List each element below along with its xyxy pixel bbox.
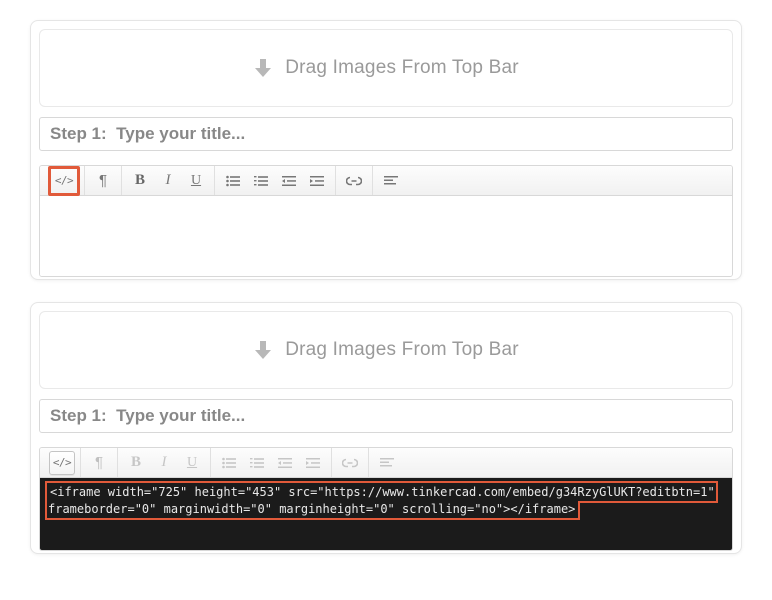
code-icon: </>	[55, 174, 73, 187]
indent-button[interactable]	[300, 451, 326, 475]
indent-icon	[306, 457, 320, 469]
link-icon	[346, 176, 362, 186]
bullet-list-icon	[222, 457, 236, 469]
outdent-button[interactable]	[276, 169, 302, 193]
bold-button[interactable]: B	[123, 451, 149, 475]
pilcrow-icon: ¶	[95, 454, 103, 471]
number-list-icon	[254, 175, 268, 187]
highlight-frame: </>	[48, 166, 80, 196]
html-mode-button[interactable]: </>	[49, 451, 75, 475]
underline-button[interactable]: U	[183, 169, 209, 193]
code-icon: </>	[53, 456, 71, 469]
link-icon	[342, 458, 358, 468]
outdent-icon	[282, 175, 296, 187]
underline-icon: U	[191, 173, 201, 189]
rich-text-editor: </> ¶ B I U	[39, 447, 733, 551]
rich-text-editor: </> ¶ B I U	[39, 165, 733, 277]
bold-button[interactable]: B	[127, 169, 153, 193]
bullet-list-button[interactable]	[220, 169, 246, 193]
italic-icon: I	[162, 454, 167, 471]
step-title-row	[39, 399, 733, 433]
underline-button[interactable]: U	[179, 451, 205, 475]
dropzone-label: Drag Images From Top Bar	[285, 339, 519, 361]
align-left-icon	[380, 457, 394, 469]
editor-toolbar: </> ¶ B I U	[40, 166, 732, 196]
bullet-list-icon	[226, 175, 240, 187]
underline-icon: U	[187, 455, 197, 471]
editor-content[interactable]	[40, 196, 732, 276]
editor-content-html[interactable]: <iframe width="725" height="453" src="ht…	[40, 478, 732, 550]
editor-panel: Drag Images From Top Bar </> ¶ B I U	[30, 20, 742, 280]
bold-icon: B	[135, 172, 145, 189]
image-dropzone[interactable]: Drag Images From Top Bar	[39, 311, 733, 389]
number-list-icon	[250, 457, 264, 469]
align-button[interactable]	[374, 451, 400, 475]
number-list-button[interactable]	[244, 451, 270, 475]
pilcrow-icon: ¶	[99, 172, 107, 189]
dropzone-label: Drag Images From Top Bar	[285, 57, 519, 79]
italic-button[interactable]: I	[155, 169, 181, 193]
arrow-down-icon	[253, 57, 273, 79]
italic-icon: I	[166, 172, 171, 189]
number-list-button[interactable]	[248, 169, 274, 193]
paragraph-button[interactable]: ¶	[90, 169, 116, 193]
editor-panel: Drag Images From Top Bar </> ¶ B I U	[30, 302, 742, 554]
link-button[interactable]	[341, 169, 367, 193]
paragraph-button[interactable]: ¶	[86, 451, 112, 475]
bold-icon: B	[131, 454, 141, 471]
italic-button[interactable]: I	[151, 451, 177, 475]
outdent-button[interactable]	[272, 451, 298, 475]
editor-toolbar: </> ¶ B I U	[40, 448, 732, 478]
pasted-embed-code: <iframe width="725" height="453" src="ht…	[48, 484, 715, 517]
bullet-list-button[interactable]	[216, 451, 242, 475]
outdent-icon	[278, 457, 292, 469]
step-title-input[interactable]	[39, 117, 733, 151]
image-dropzone[interactable]: Drag Images From Top Bar	[39, 29, 733, 107]
indent-icon	[310, 175, 324, 187]
arrow-down-icon	[253, 339, 273, 361]
align-left-icon	[384, 175, 398, 187]
html-mode-button[interactable]: </>	[51, 169, 77, 193]
indent-button[interactable]	[304, 169, 330, 193]
link-button[interactable]	[337, 451, 363, 475]
step-title-row	[39, 117, 733, 151]
align-button[interactable]	[378, 169, 404, 193]
step-title-input[interactable]	[39, 399, 733, 433]
